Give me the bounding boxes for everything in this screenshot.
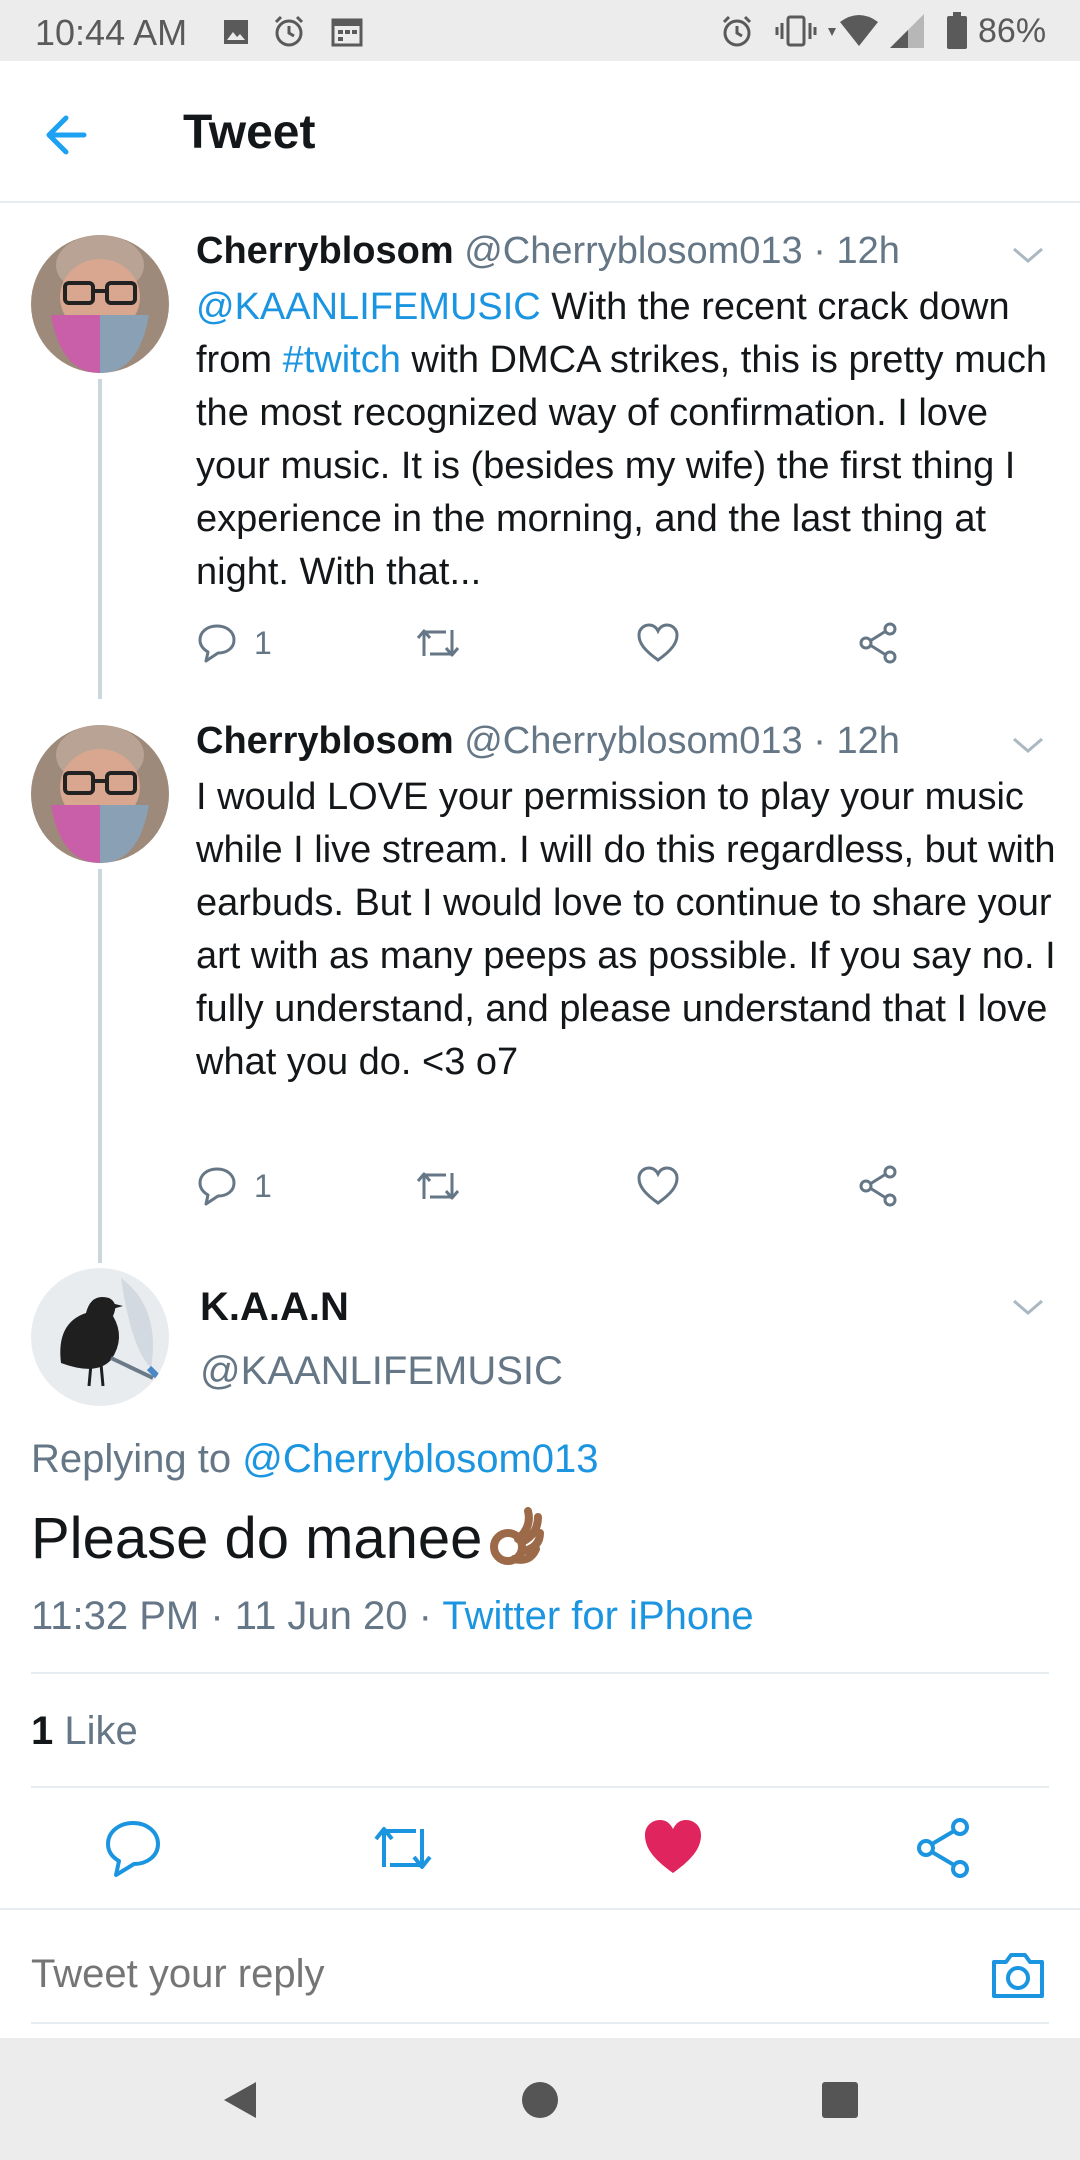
app-bar: Tweet <box>0 61 1080 203</box>
alarm-icon <box>722 15 752 47</box>
reply-count: 1 <box>254 1167 272 1204</box>
camera-icon[interactable] <box>990 1950 1046 2000</box>
chevron-down-icon[interactable] <box>1010 1295 1046 1319</box>
replying-prefix: Replying to <box>31 1437 243 1481</box>
thread-tweet[interactable]: Cherryblosom @Cherryblosom013 · 12h @KAA… <box>0 203 1080 699</box>
retweet-icon <box>416 629 460 657</box>
chevron-down-icon[interactable] <box>1010 733 1046 757</box>
retweet-button[interactable] <box>414 618 462 668</box>
share-icon <box>859 1165 897 1207</box>
divider <box>31 1786 1049 1788</box>
status-bar: 10:44 AM 86% <box>0 0 1080 61</box>
tweet-actions: 1 <box>196 1161 956 1211</box>
battery-percentage: 86% <box>978 12 1047 50</box>
thread-connector <box>98 379 102 699</box>
share-icon <box>859 622 897 664</box>
arrow-left-icon[interactable] <box>38 105 108 165</box>
tweet-actions: 1 <box>196 618 956 668</box>
reply-underline <box>31 2022 1049 2024</box>
like-button[interactable] <box>636 1161 680 1211</box>
back-nav-icon[interactable] <box>218 2078 262 2122</box>
mention-link[interactable]: @KAANLIFEMUSIC <box>196 286 541 328</box>
username[interactable]: @Cherryblosom013 <box>464 720 803 762</box>
page-title: Tweet <box>183 106 316 159</box>
ok-hand-emoji <box>488 1506 545 1571</box>
heart-filled-icon[interactable] <box>640 1815 706 1881</box>
retweet-icon[interactable] <box>370 1815 436 1881</box>
main-tweet-actions <box>0 1815 1080 1881</box>
replying-to: Replying to @Cherryblosom013 <box>31 1437 599 1482</box>
reply-input[interactable] <box>31 1952 931 1997</box>
retweet-icon <box>416 1172 460 1200</box>
likes-count: 1 <box>31 1709 54 1753</box>
main-tweet-body: Please do manee <box>31 1506 483 1571</box>
display-name[interactable]: Cherryblosom <box>196 720 454 762</box>
hashtag-link[interactable]: #twitch <box>283 339 401 381</box>
username[interactable]: @KAANLIFEMUSIC <box>200 1349 563 1394</box>
display-name[interactable]: K.A.A.N <box>200 1285 349 1330</box>
reply-button[interactable]: 1 <box>196 618 272 668</box>
likes-summary[interactable]: 1 Like <box>31 1709 138 1754</box>
thread-tweet[interactable]: Cherryblosom @Cherryblosom013 · 12h I wo… <box>0 693 1080 1263</box>
share-icon[interactable] <box>910 1815 976 1881</box>
avatar[interactable] <box>31 1268 169 1406</box>
reply-icon[interactable] <box>100 1815 166 1881</box>
reply-icon <box>198 624 236 663</box>
tweet-time: · 12h <box>813 230 900 272</box>
heart-icon <box>637 623 679 662</box>
avatar[interactable] <box>31 725 169 863</box>
tweet-metadata: 11:32 PM · 11 Jun 20 · Twitter for iPhon… <box>31 1594 754 1639</box>
tweet-source-link[interactable]: Twitter for iPhone <box>442 1594 753 1638</box>
main-tweet-text: Please do manee <box>31 1505 545 1572</box>
battery-icon <box>947 12 967 49</box>
signal-icon <box>890 14 924 48</box>
calendar-icon <box>331 18 363 47</box>
replying-to-link[interactable]: @Cherryblosom013 <box>242 1437 598 1481</box>
tweet-text: @KAANLIFEMUSIC With the recent crack dow… <box>196 281 1056 599</box>
share-button[interactable] <box>856 1161 900 1211</box>
image-icon <box>224 20 248 44</box>
reply-icon <box>198 1167 236 1206</box>
reply-button[interactable]: 1 <box>196 1161 272 1211</box>
tweet-text: I would LOVE your permission to play you… <box>196 776 1056 1083</box>
chevron-down-icon[interactable] <box>1010 243 1046 267</box>
reply-count: 1 <box>254 624 272 661</box>
divider <box>31 1672 1049 1674</box>
wifi-icon <box>828 15 878 46</box>
recents-nav-icon[interactable] <box>818 2078 862 2122</box>
navigation-bar <box>0 2038 1080 2160</box>
likes-label: Like <box>53 1709 138 1753</box>
username[interactable]: @Cherryblosom013 <box>464 230 803 272</box>
display-name[interactable]: Cherryblosom <box>196 230 454 272</box>
avatar[interactable] <box>31 235 169 373</box>
tweet-timestamp: 11:32 PM · 11 Jun 20 · <box>31 1594 443 1638</box>
status-time: 10:44 AM <box>35 12 188 53</box>
tweet-header: Cherryblosom @Cherryblosom013 · 12h <box>196 230 900 273</box>
alarm-icon <box>274 15 304 47</box>
vibrate-icon <box>775 15 817 47</box>
like-button[interactable] <box>636 618 680 668</box>
tweet-time: · 12h <box>813 720 900 762</box>
share-button[interactable] <box>856 618 900 668</box>
thread-connector <box>98 869 102 1263</box>
divider <box>0 1908 1080 1910</box>
retweet-button[interactable] <box>414 1161 462 1211</box>
heart-icon <box>637 1166 679 1205</box>
tweet-header: Cherryblosom @Cherryblosom013 · 12h <box>196 720 900 763</box>
home-nav-icon[interactable] <box>518 2078 562 2122</box>
